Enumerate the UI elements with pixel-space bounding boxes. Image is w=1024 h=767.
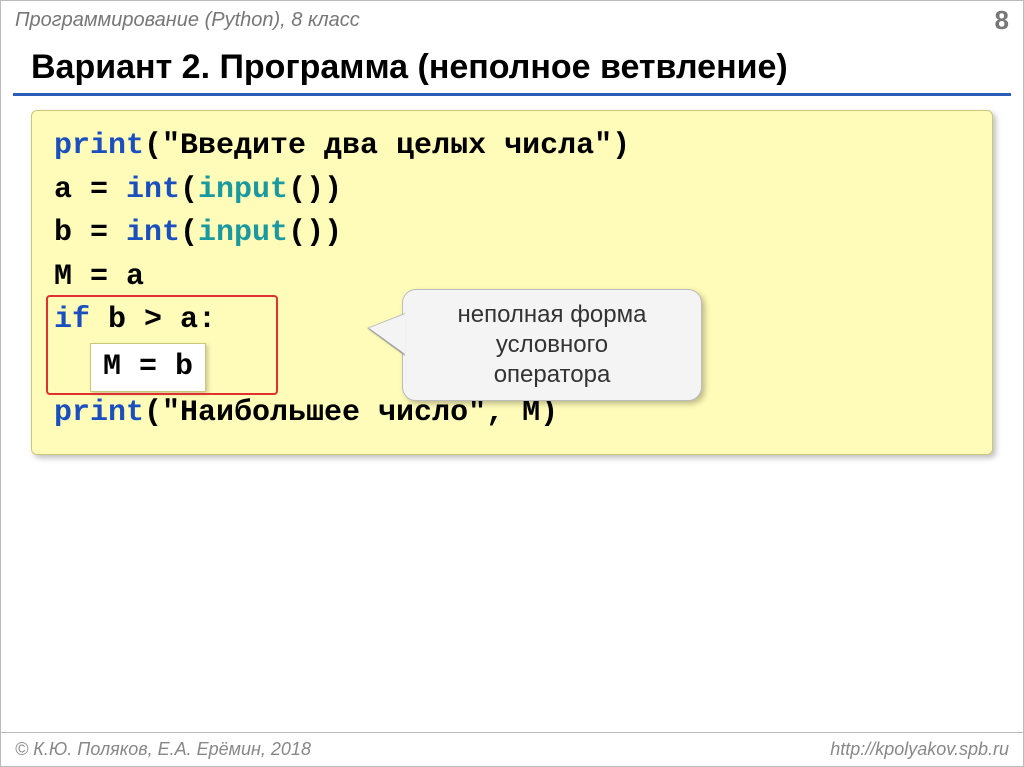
callout-line: оператора [417,360,687,390]
code-text: ( [180,173,198,207]
title-underline [13,93,1011,96]
code-text: a = [54,173,126,207]
code-text: ("Введите два целых числа") [144,129,630,163]
keyword-print: print [54,396,144,430]
page-number: 8 [995,5,1009,36]
code-text: b > a: [90,303,216,337]
code-line-1: print("Введите два целых числа") [54,125,970,169]
slide-header: Программирование (Python), 8 класс 8 [1,1,1023,38]
keyword-input: input [198,173,288,207]
code-text: b = [54,216,126,250]
content-area: print("Введите два целых числа") a = int… [1,110,1023,732]
slide-title: Вариант 2. Программа (неполное ветвление… [1,38,1023,93]
slide: Программирование (Python), 8 класс 8 Вар… [0,0,1024,767]
keyword-int: int [126,173,180,207]
code-line-3: b = int(input()) [54,212,970,256]
code-text: ()) [288,216,342,250]
code-text: ( [180,216,198,250]
callout-tail [369,314,405,354]
callout-line: неполная форма [417,300,687,330]
highlight-box: M = b [90,343,206,393]
code-text: ()) [288,173,342,207]
course-label: Программирование (Python), 8 класс [15,9,360,32]
code-text: ("Наибольшее число", M) [144,396,558,430]
slide-footer: © К.Ю. Поляков, Е.А. Ерёмин, 2018 http:/… [1,732,1023,766]
callout-line: условного [417,330,687,360]
keyword-if: if [54,303,90,337]
footer-url: http://kpolyakov.spb.ru [830,739,1009,760]
code-line-2: a = int(input()) [54,169,970,213]
keyword-print: print [54,129,144,163]
callout-bubble: неполная форма условного оператора [402,289,702,401]
keyword-input: input [198,216,288,250]
keyword-int: int [126,216,180,250]
copyright-text: © К.Ю. Поляков, Е.А. Ерёмин, 2018 [15,739,311,760]
code-block: print("Введите два целых числа") a = int… [31,110,993,455]
